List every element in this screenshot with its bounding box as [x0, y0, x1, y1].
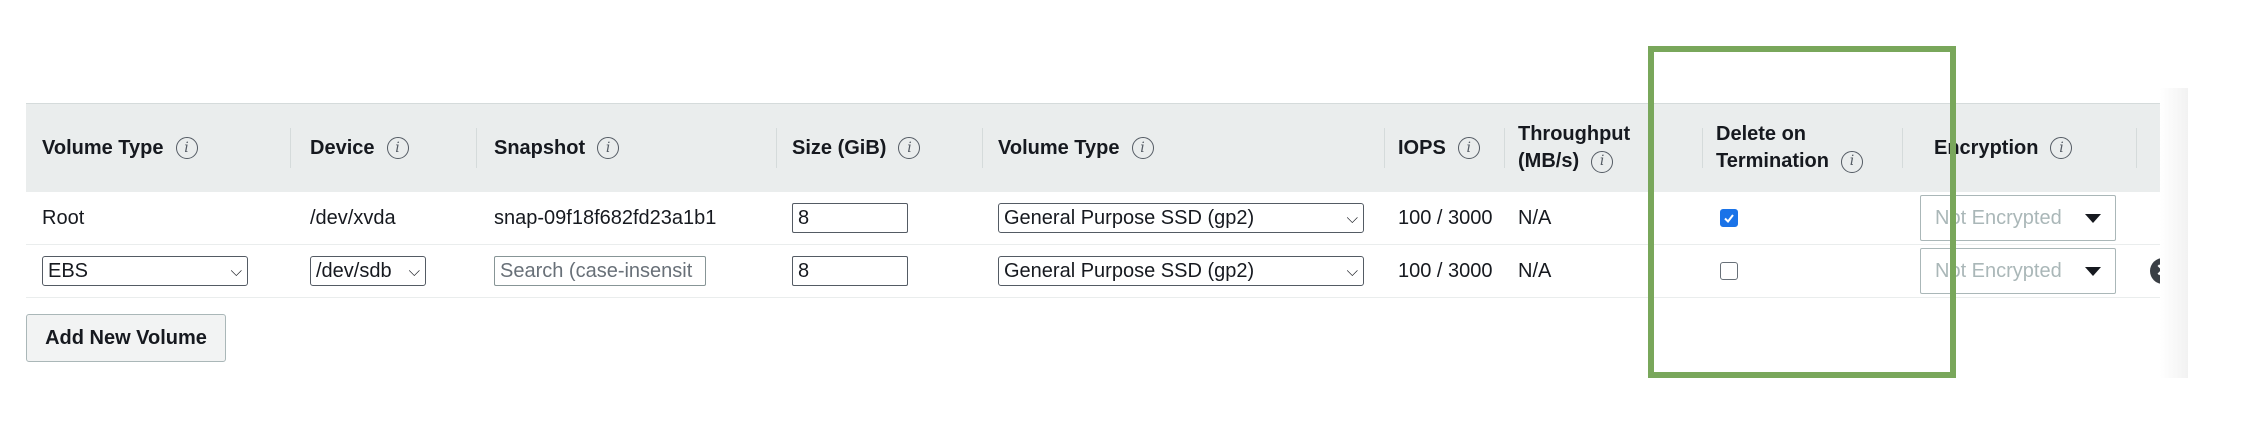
column-header-label: Volume Type [42, 136, 164, 159]
table-row: Root /dev/xvda snap-09f18f682fd23a1b1 8 … [26, 192, 2186, 245]
info-icon[interactable]: i [597, 137, 620, 159]
encryption-select[interactable]: Not Encrypted [1920, 195, 2116, 241]
column-header-label-line1: Throughput [1518, 123, 1631, 145]
size-input[interactable]: 8 [792, 256, 908, 286]
device-cell: /dev/sdb ⌵ [310, 245, 426, 297]
storage-volumes-table: Volume Type i Device i Snapshot i Size (… [26, 103, 2186, 379]
caret-down-icon [2085, 213, 2101, 223]
ebs-volume-type-cell: General Purpose SSD (gp2) ⌵ [998, 192, 1364, 244]
column-header-label: Throughput (MB/s) i [1518, 121, 1630, 175]
column-divider [476, 128, 477, 168]
info-icon[interactable]: i [386, 137, 409, 159]
volume-type-cell: EBS ⌵ [42, 245, 248, 297]
size-input[interactable]: 8 [792, 203, 908, 233]
column-header-label-line2: Termination [1716, 150, 1829, 172]
device-select-value: /dev/sdb [316, 259, 392, 282]
chevron-down-icon: ⌵ [1346, 209, 1358, 227]
column-header-throughput: Throughput (MB/s) i [1518, 104, 1630, 192]
encryption-cell: Not Encrypted [1920, 245, 2116, 297]
info-icon[interactable]: i [1591, 150, 1614, 173]
size-cell: 8 [792, 192, 908, 244]
column-header-device: Device i [310, 104, 409, 192]
chevron-down-icon: ⌵ [1346, 262, 1358, 280]
delete-on-termination-cell [1720, 245, 1738, 297]
delete-on-termination-checkbox[interactable] [1720, 262, 1738, 280]
column-divider [290, 128, 291, 168]
encryption-select-value: Not Encrypted [1935, 259, 2062, 282]
column-header-label: Encryption [1934, 136, 2039, 159]
column-header-ebs-volume-type: Volume Type i [998, 104, 1154, 192]
column-header-label: Volume Type [998, 136, 1120, 159]
column-divider [776, 128, 777, 168]
column-header-iops: IOPS i [1398, 104, 1480, 192]
delete-on-termination-cell [1720, 192, 1738, 244]
column-header-label-line2: (MB/s) [1518, 150, 1580, 172]
volume-type-select-value: General Purpose SSD (gp2) [1004, 206, 1255, 229]
volume-type-select-value: EBS [48, 259, 89, 282]
column-divider [1384, 128, 1385, 168]
column-header-label-line1: Delete on [1716, 123, 1807, 145]
chevron-down-icon: ⌵ [408, 262, 420, 280]
table-header: Volume Type i Device i Snapshot i Size (… [26, 103, 2186, 193]
ebs-volume-type-cell: General Purpose SSD (gp2) ⌵ [998, 245, 1364, 297]
column-header-label: Device [310, 136, 375, 159]
column-divider [1902, 128, 1903, 168]
column-header-volume-type: Volume Type i [42, 104, 198, 192]
column-divider [1504, 128, 1505, 168]
volume-type-select-value: General Purpose SSD (gp2) [1004, 259, 1255, 282]
column-header-size: Size (GiB) i [792, 104, 921, 192]
column-header-label: Snapshot [494, 136, 586, 159]
column-header-snapshot: Snapshot i [494, 104, 620, 192]
snapshot-cell: Search (case-insensit [494, 245, 706, 297]
chevron-down-icon: ⌵ [230, 262, 242, 280]
info-icon[interactable]: i [898, 137, 921, 159]
throughput-cell: N/A [1518, 206, 1552, 229]
iops-cell: 100 / 3000 [1398, 259, 1493, 282]
snapshot-cell: snap-09f18f682fd23a1b1 [494, 206, 717, 229]
throughput-cell: N/A [1518, 259, 1552, 282]
volume-type-cell: Root [42, 206, 85, 229]
device-cell: /dev/xvda [310, 206, 396, 229]
column-header-label: Delete on Termination i [1716, 121, 1863, 175]
checkmark-icon [1724, 214, 1734, 224]
delete-on-termination-checkbox[interactable] [1720, 209, 1738, 227]
encryption-cell: Not Encrypted [1920, 192, 2116, 244]
volume-type-select[interactable]: EBS ⌵ [42, 256, 248, 286]
encryption-select-value: Not Encrypted [1935, 206, 2062, 229]
caret-down-icon [2085, 266, 2101, 276]
device-select[interactable]: /dev/sdb ⌵ [310, 256, 426, 286]
info-icon[interactable]: i [175, 137, 198, 159]
column-header-delete-on-termination: Delete on Termination i [1716, 104, 1863, 192]
encryption-select[interactable]: Not Encrypted [1920, 248, 2116, 294]
info-icon[interactable]: i [1457, 137, 1480, 159]
info-icon[interactable]: i [1840, 150, 1863, 173]
snapshot-search-input[interactable]: Search (case-insensit [494, 256, 706, 286]
table-row: EBS ⌵ /dev/sdb ⌵ Search (case-insensit 8… [26, 245, 2186, 298]
column-header-label: IOPS [1398, 136, 1446, 159]
size-cell: 8 [792, 245, 908, 297]
volume-type-select[interactable]: General Purpose SSD (gp2) ⌵ [998, 203, 1364, 233]
volume-type-select[interactable]: General Purpose SSD (gp2) ⌵ [998, 256, 1364, 286]
column-divider [1702, 128, 1703, 168]
column-header-encryption: Encryption i [1934, 104, 2073, 192]
column-header-label: Size (GiB) [792, 136, 887, 159]
column-divider [982, 128, 983, 168]
info-icon[interactable]: i [1131, 137, 1154, 159]
column-divider [2136, 128, 2137, 168]
add-new-volume-button[interactable]: Add New Volume [26, 314, 226, 362]
scroll-fade-edge [2160, 88, 2188, 378]
iops-cell: 100 / 3000 [1398, 206, 1493, 229]
info-icon[interactable]: i [2050, 137, 2073, 159]
